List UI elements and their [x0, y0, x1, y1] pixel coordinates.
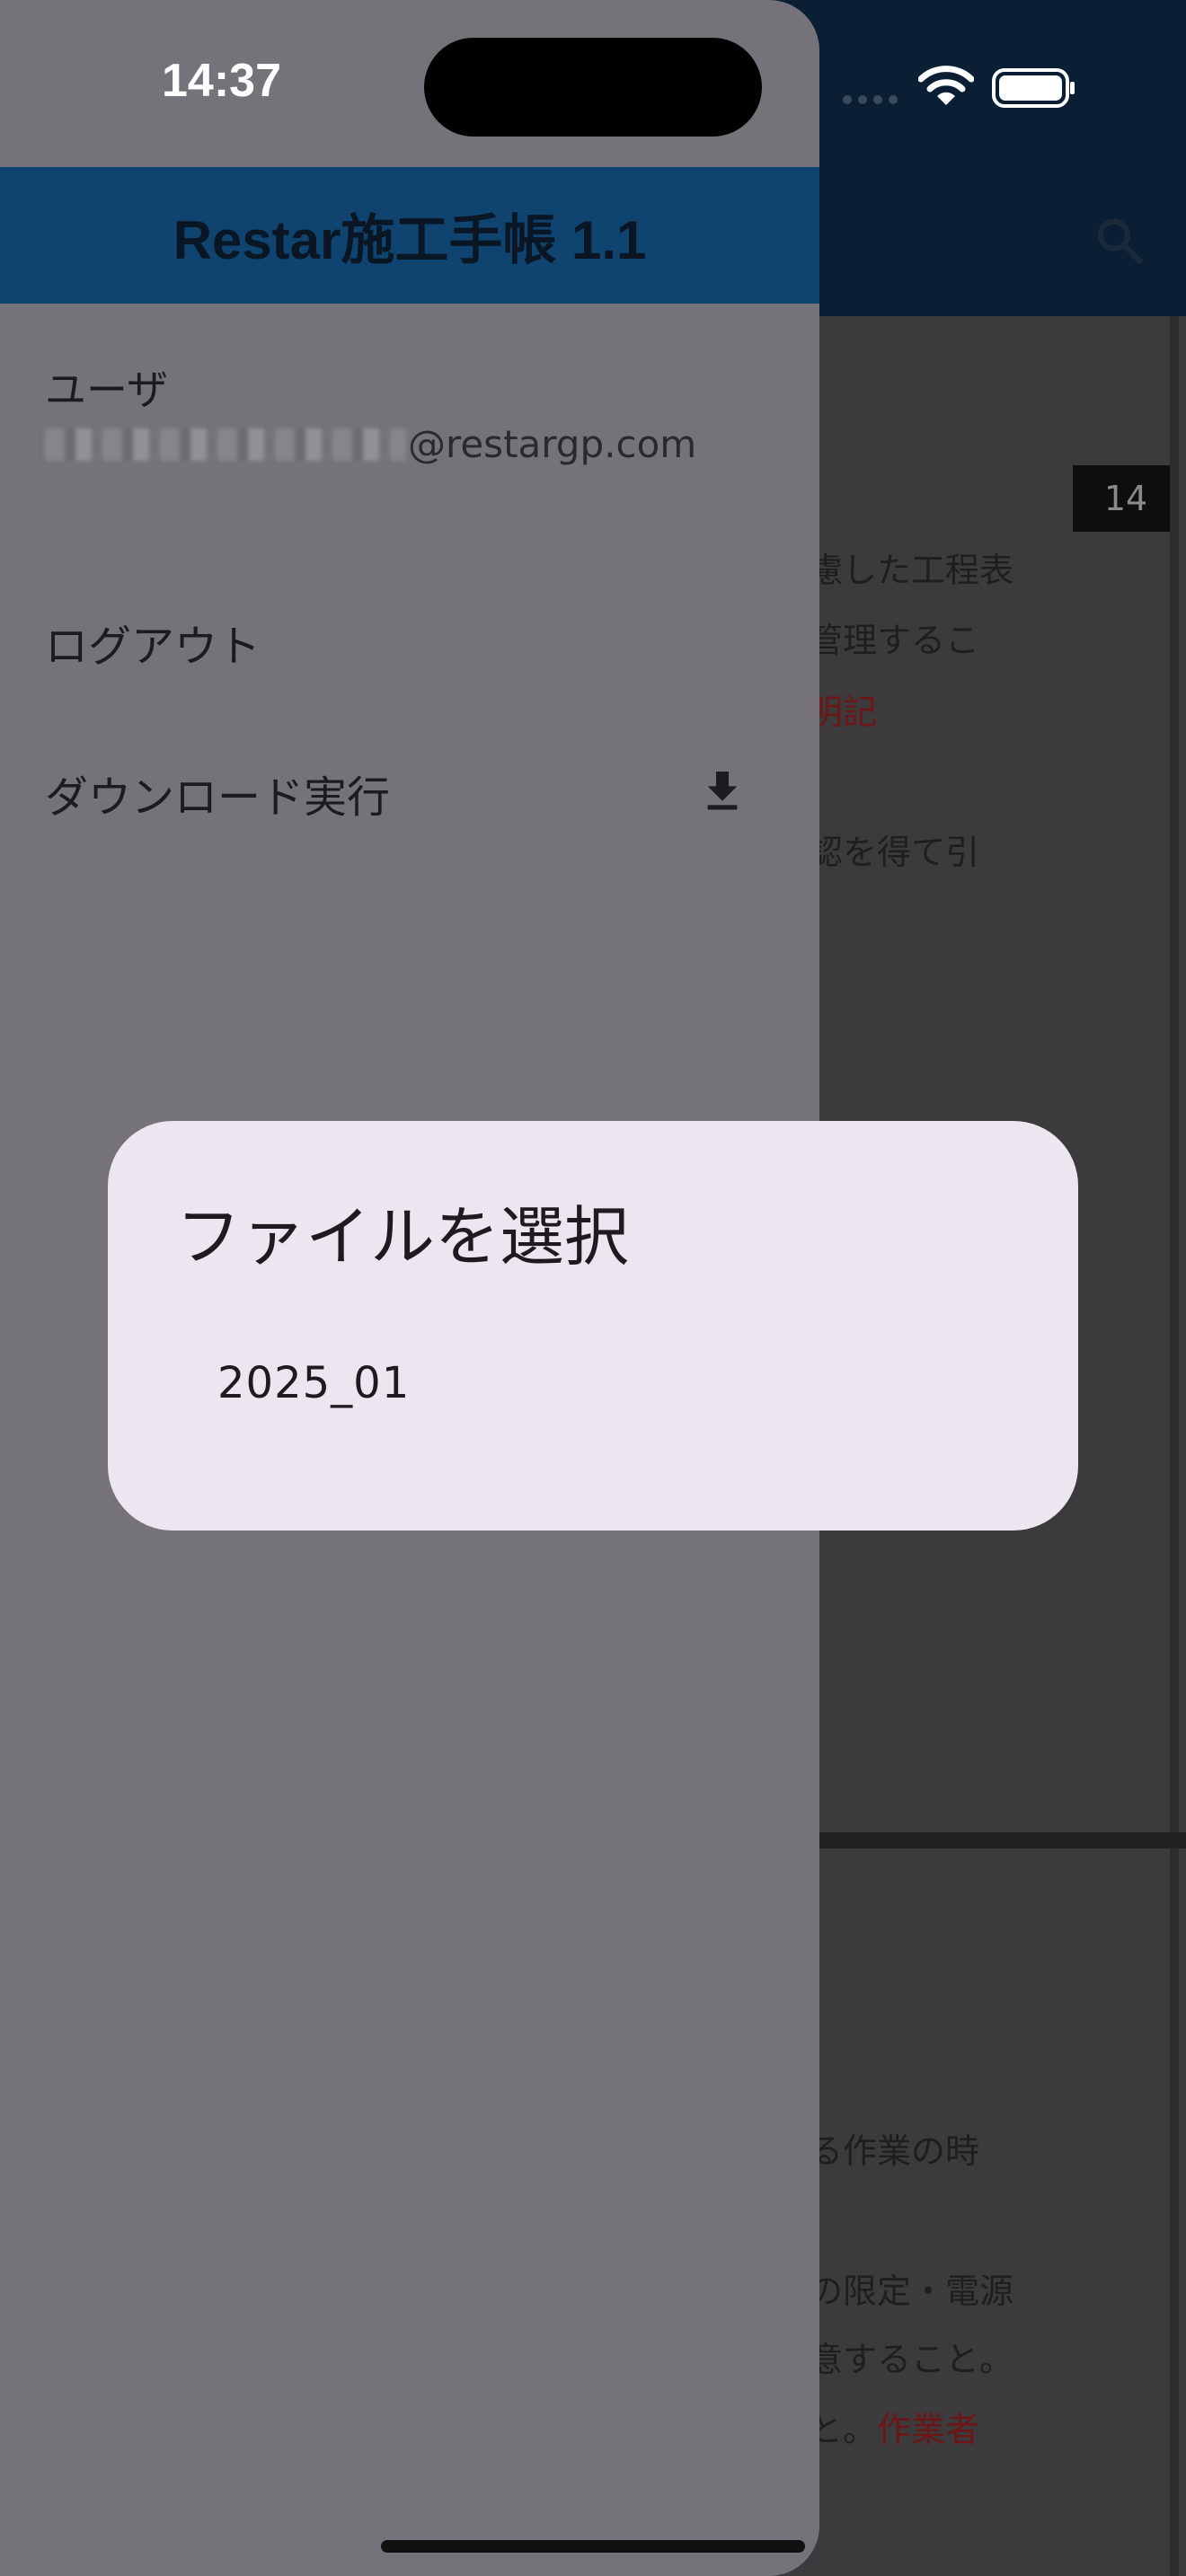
download-icon[interactable]: [697, 765, 748, 816]
section-divider: [809, 1832, 1186, 1848]
user-email-domain: @restargp.com: [408, 422, 697, 466]
file-select-dialog: ファイルを選択 2025_01: [108, 1121, 1078, 1531]
background-text-line: と。作業者: [809, 2410, 980, 2449]
dialog-title: ファイルを選択: [176, 1199, 630, 1275]
email-redacted-blur: [45, 428, 406, 461]
signal-icon: [843, 95, 898, 104]
background-text-line: 慮した工程表: [809, 551, 1014, 590]
logout-menu-item[interactable]: ログアウト: [45, 611, 261, 674]
wifi-icon: [918, 66, 974, 105]
background-text-line: る作業の時: [809, 2131, 980, 2171]
drawer-header: Restar施工手帳 1.1: [0, 167, 819, 304]
download-menu-item[interactable]: ダウンロード実行: [45, 762, 390, 825]
background-text-line: 意すること。: [809, 2340, 1014, 2379]
home-indicator[interactable]: [381, 2540, 805, 2553]
user-label: ユーザ: [45, 366, 169, 414]
page-number-badge: 14: [1073, 465, 1179, 532]
drawer-title: Restar施工手帳 1.1: [173, 209, 647, 270]
scrollbar[interactable]: [1170, 316, 1179, 2576]
user-email: @restargp.com: [45, 422, 696, 466]
search-icon: [1097, 218, 1143, 264]
file-option[interactable]: 2025_01: [217, 1358, 410, 1408]
status-bar-time: 14:37: [162, 55, 281, 107]
background-text-line: 管理するこ: [809, 621, 980, 660]
background-text-line: 認を得て引: [809, 833, 980, 872]
dynamic-island: [424, 38, 762, 137]
background-text-line: の限定・電源: [809, 2272, 1014, 2311]
battery-icon: [992, 68, 1075, 108]
